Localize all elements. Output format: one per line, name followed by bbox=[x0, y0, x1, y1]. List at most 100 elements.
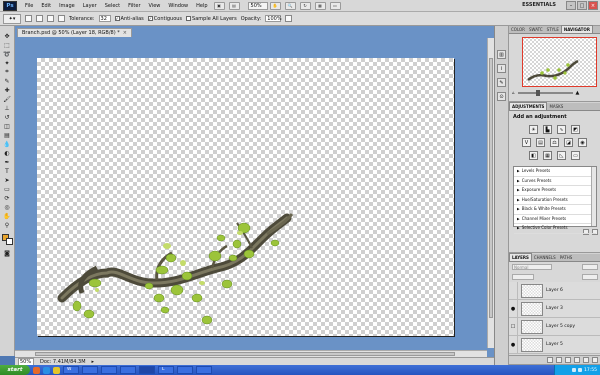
quicklaunch-folder-icon[interactable] bbox=[53, 366, 60, 374]
anti-alias-checkbox[interactable]: ✓ Anti-alias bbox=[114, 16, 144, 22]
zoom-out-icon[interactable]: ▵ bbox=[512, 90, 515, 96]
layer-name[interactable]: Layer 3 bbox=[546, 306, 563, 311]
hand-tool-icon[interactable]: ✋ bbox=[269, 1, 281, 10]
color-balance-icon[interactable]: ⚖ bbox=[550, 138, 559, 147]
tray-network-icon[interactable] bbox=[572, 368, 577, 372]
list-item[interactable]: ▶ Black & White Presets bbox=[514, 205, 596, 215]
threshold-icon[interactable]: ◺ bbox=[557, 151, 566, 160]
pen-tool-icon[interactable]: ✒ bbox=[2, 158, 13, 166]
histogram-icon[interactable]: ▥ bbox=[497, 50, 506, 59]
horizontal-scrollbar[interactable] bbox=[15, 350, 487, 357]
tab-navigator[interactable]: NAVIGATOR bbox=[560, 25, 593, 33]
layer-row[interactable]: ☐ Layer 5 copy bbox=[509, 317, 600, 336]
taskbar-button[interactable] bbox=[82, 366, 98, 374]
tab-masks[interactable]: MASKS bbox=[547, 103, 565, 110]
blur-tool-icon[interactable]: 💧 bbox=[2, 140, 13, 148]
crop-tool-icon[interactable]: ⌗ bbox=[2, 68, 13, 76]
layer-row[interactable]: ● Layer 3 bbox=[509, 299, 600, 318]
taskbar-button[interactable] bbox=[120, 366, 136, 374]
color-swatches[interactable] bbox=[1, 234, 13, 245]
menu-layer[interactable]: Layer bbox=[79, 3, 101, 9]
zoom-tool-icon[interactable]: ⚲ bbox=[2, 221, 13, 229]
layer-name[interactable]: Layer 5 bbox=[546, 342, 563, 347]
arrange-documents-icon[interactable]: ▦ bbox=[314, 1, 326, 10]
eyedropper-tool-icon[interactable]: ✎ bbox=[2, 77, 13, 85]
start-button[interactable]: start bbox=[0, 365, 30, 375]
intersect-selection-icon[interactable] bbox=[58, 15, 65, 22]
taskbar-button[interactable] bbox=[101, 366, 117, 374]
list-item[interactable]: ▶ Channel Mixer Presets bbox=[514, 215, 596, 224]
taskbar-button[interactable]: W bbox=[63, 366, 79, 374]
eraser-tool-icon[interactable]: ◫ bbox=[2, 122, 13, 130]
check-icon[interactable]: ✓ bbox=[147, 16, 153, 21]
close-icon[interactable]: × bbox=[588, 1, 598, 10]
menu-edit[interactable]: Edit bbox=[37, 3, 55, 9]
navigator-zoom-knob[interactable] bbox=[535, 90, 540, 96]
menu-filter[interactable]: Filter bbox=[124, 3, 144, 9]
sample-all-layers-checkbox[interactable]: Sample All Layers bbox=[186, 16, 237, 22]
document-size-info[interactable]: Doc: 7.41M/84.3M bbox=[40, 359, 86, 365]
menu-view[interactable]: View bbox=[145, 3, 165, 9]
type-tool-icon[interactable]: T bbox=[2, 167, 13, 175]
list-item[interactable]: ▶ Curves Presets bbox=[514, 177, 596, 186]
layer-style-icon[interactable] bbox=[556, 357, 562, 363]
menu-help[interactable]: Help bbox=[192, 3, 211, 9]
vertical-scrollbar[interactable] bbox=[487, 38, 494, 348]
layer-name[interactable]: Layer 5 copy bbox=[546, 324, 575, 329]
close-tab-icon[interactable]: × bbox=[123, 29, 127, 37]
visibility-toggle[interactable]: ☐ bbox=[509, 317, 518, 336]
menu-image[interactable]: Image bbox=[55, 3, 79, 9]
hand-tool-icon[interactable]: ✋ bbox=[2, 212, 13, 220]
brush-presets-icon[interactable]: ✎ bbox=[497, 78, 506, 87]
bridge-icon[interactable]: ▣ bbox=[213, 1, 225, 10]
blend-mode-dropdown[interactable]: Normal bbox=[512, 264, 552, 270]
new-group-icon[interactable] bbox=[574, 357, 580, 363]
move-tool-icon[interactable]: ✥ bbox=[2, 32, 13, 40]
screen-mode-icon[interactable]: ▭ bbox=[329, 1, 341, 10]
photo-filter-icon[interactable]: ◉ bbox=[578, 138, 587, 147]
zoom-in-icon[interactable]: ▲ bbox=[576, 90, 580, 96]
list-item[interactable]: ▶ Hue/Saturation Presets bbox=[514, 196, 596, 205]
navigator-preview[interactable] bbox=[522, 37, 597, 87]
curves-icon[interactable]: ∿ bbox=[557, 125, 566, 134]
taskbar-button[interactable]: L bbox=[158, 366, 174, 374]
zoom-level[interactable]: 50% bbox=[247, 1, 268, 10]
clone-stamp-tool-icon[interactable]: ⊥ bbox=[2, 104, 13, 112]
taskbar-button[interactable] bbox=[177, 366, 193, 374]
tab-paths[interactable]: PATHS bbox=[558, 254, 575, 261]
zoom-tool-icon[interactable]: 🔍 bbox=[284, 1, 296, 10]
list-item[interactable]: ▶ Selective Color Presets bbox=[514, 224, 596, 234]
zoom-level-dropdown[interactable]: 50% bbox=[247, 1, 268, 10]
tab-adjustments[interactable]: ADJUSTMENTS bbox=[509, 102, 548, 110]
background-color-swatch[interactable] bbox=[5, 238, 13, 245]
healing-brush-tool-icon[interactable]: ✚ bbox=[2, 86, 13, 94]
marquee-tool-icon[interactable]: ⬚ bbox=[2, 41, 13, 49]
lock-buttons[interactable] bbox=[512, 274, 534, 280]
menu-select[interactable]: Select bbox=[101, 3, 124, 9]
black-white-icon[interactable]: ◪ bbox=[564, 138, 573, 147]
vibrance-icon[interactable]: V bbox=[522, 138, 531, 147]
new-selection-icon[interactable] bbox=[25, 15, 32, 22]
layer-name[interactable]: Layer 6 bbox=[546, 288, 563, 293]
magic-wand-tool-icon[interactable]: ✦ bbox=[2, 59, 13, 67]
brightness-contrast-icon[interactable]: ☀ bbox=[529, 125, 538, 134]
presets-scrollbar[interactable] bbox=[591, 167, 596, 226]
brush-tool-icon[interactable]: 🖌 bbox=[2, 95, 13, 103]
tolerance-input[interactable]: 32 bbox=[98, 15, 111, 22]
path-selection-tool-icon[interactable]: ➤ bbox=[2, 176, 13, 184]
canvas[interactable] bbox=[37, 58, 454, 336]
list-item[interactable]: ▶ Levels Presets bbox=[514, 167, 596, 177]
navigator-zoom-slider[interactable] bbox=[517, 90, 573, 96]
navigator-view-frame[interactable] bbox=[522, 37, 597, 87]
refine-edge-icon[interactable] bbox=[285, 15, 293, 22]
3d-rotate-tool-icon[interactable]: ⟳ bbox=[2, 194, 13, 202]
shape-tool-icon[interactable]: ▭ bbox=[2, 185, 13, 193]
layer-opacity-field[interactable] bbox=[582, 264, 598, 270]
eye-icon[interactable]: ● bbox=[509, 335, 518, 354]
tray-volume-icon[interactable] bbox=[578, 368, 583, 372]
link-layers-icon[interactable] bbox=[547, 357, 553, 363]
subtract-selection-icon[interactable] bbox=[47, 15, 54, 22]
opacity-input[interactable]: 100% bbox=[265, 15, 282, 22]
clone-source-icon[interactable]: ⊙ bbox=[497, 92, 506, 101]
gradient-tool-icon[interactable]: ▤ bbox=[2, 131, 13, 139]
